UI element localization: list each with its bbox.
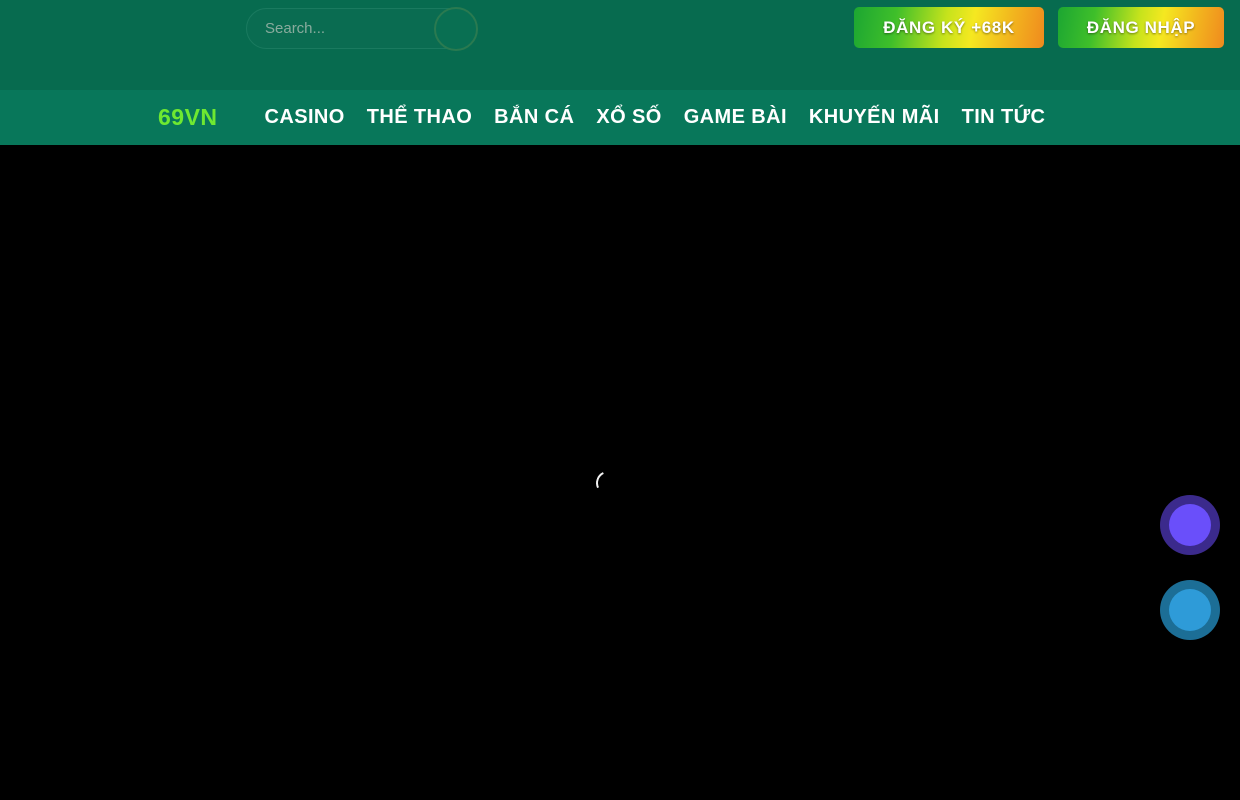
top-header-bar: ĐĂNG KÝ +68K ĐĂNG NHẬP (0, 0, 1240, 90)
login-button[interactable]: ĐĂNG NHẬP (1058, 7, 1224, 48)
nav-item-game-bai[interactable]: GAME BÀI (673, 106, 798, 129)
circle-icon (1169, 589, 1211, 631)
main-content-area (0, 145, 1240, 800)
main-navigation-bar: 69VN CASINO THỂ THAO BẮN CÁ XỔ SỐ GAME B… (0, 90, 1240, 145)
register-button[interactable]: ĐĂNG KÝ +68K (854, 7, 1044, 48)
nav-item-the-thao[interactable]: THỂ THAO (356, 106, 483, 129)
site-logo[interactable]: 69VN (158, 104, 218, 131)
page-root: ĐĂNG KÝ +68K ĐĂNG NHẬP 69VN CASINO THỂ T… (0, 0, 1240, 800)
floating-action-purple[interactable] (1160, 495, 1220, 555)
search-container (246, 7, 478, 51)
circle-icon (1169, 504, 1211, 546)
nav-item-tin-tuc[interactable]: TIN TỨC (951, 106, 1057, 129)
nav-item-casino[interactable]: CASINO (254, 106, 356, 129)
cta-button-group: ĐĂNG KÝ +68K ĐĂNG NHẬP (854, 7, 1224, 48)
nav-item-xo-so[interactable]: XỔ SỐ (585, 106, 672, 129)
loading-spinner-icon (592, 467, 624, 499)
search-icon[interactable] (434, 7, 478, 51)
nav-item-khuyen-mai[interactable]: KHUYẾN MÃI (798, 106, 951, 129)
nav-item-ban-ca[interactable]: BẮN CÁ (483, 106, 585, 129)
nav-items-container: 69VN CASINO THỂ THAO BẮN CÁ XỔ SỐ GAME B… (158, 104, 1056, 131)
floating-action-cyan[interactable] (1160, 580, 1220, 640)
